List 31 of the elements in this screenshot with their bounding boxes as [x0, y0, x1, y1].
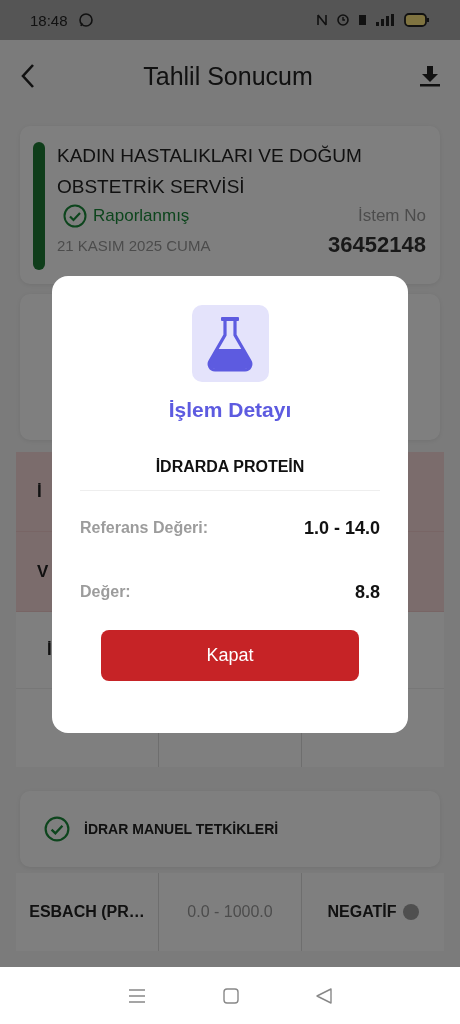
- check-circle-icon: [63, 204, 87, 228]
- page-title: Tahlil Sonucum: [143, 61, 313, 91]
- signal-icon: [376, 14, 394, 26]
- report-status: Raporlanmış: [93, 206, 190, 226]
- test-name: İ: [47, 640, 52, 660]
- field-value: 8.8: [354, 581, 380, 603]
- dialog-title: İşlem Detayı: [168, 398, 292, 422]
- test-result: NEGATİF: [327, 903, 397, 921]
- battery-icon: [404, 13, 430, 27]
- field-label: Değer:: [80, 583, 131, 601]
- menu-icon[interactable]: [128, 987, 147, 1004]
- department-name: KADIN HASTALIKLARI VE DOĞUM OBSTETRİK SERVİSİ: [57, 144, 363, 199]
- field-value: 1.0 - 14.0: [303, 517, 380, 539]
- alarm-icon: [337, 14, 349, 26]
- clock-time: 18:48: [30, 11, 68, 29]
- back-icon[interactable]: [315, 987, 332, 1004]
- download-icon[interactable]: [420, 65, 440, 87]
- close-button[interactable]: Kapat: [101, 630, 359, 681]
- flask-icon: [191, 305, 269, 382]
- section-title: İDRAR MANUEL TETKİKLERİ: [84, 821, 279, 837]
- chat-app-icon: [77, 12, 94, 28]
- field-label: Referans Değeri:: [80, 519, 209, 537]
- back-icon[interactable]: [20, 63, 36, 89]
- home-icon[interactable]: [223, 987, 239, 1004]
- test-name: V: [37, 561, 49, 582]
- test-name: İ: [37, 481, 42, 502]
- request-number: 36452148: [328, 232, 426, 258]
- check-circle-icon: [44, 816, 70, 842]
- test-name: ESBACH (PR…: [29, 903, 145, 921]
- nfc-icon: [317, 14, 327, 26]
- test-name: İDRARDA PROTEİN: [80, 458, 380, 491]
